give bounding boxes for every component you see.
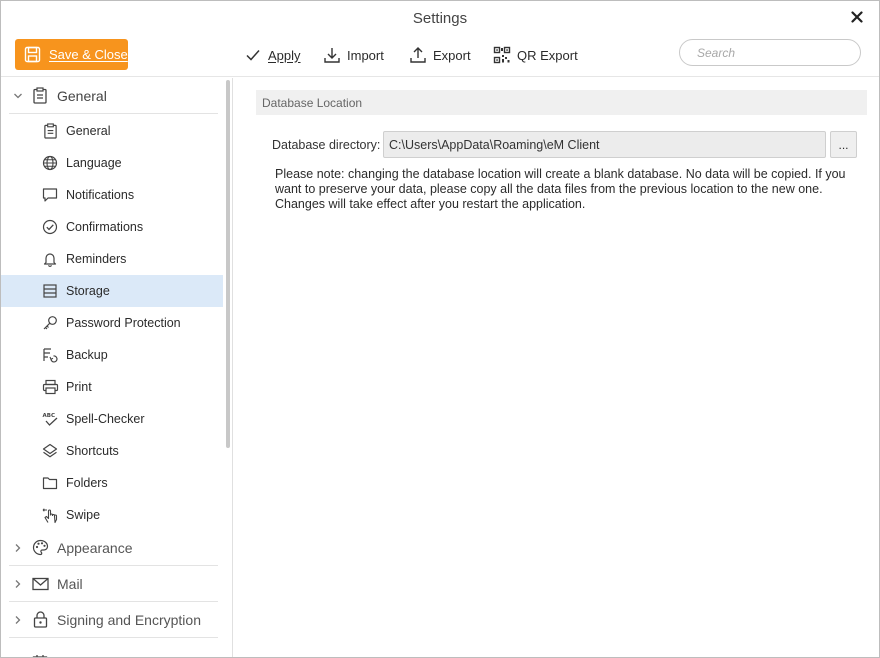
import-icon [324, 48, 340, 63]
note-line-1: Please note: changing the database locat… [275, 167, 846, 196]
apply-button[interactable]: Apply [244, 45, 301, 65]
qr-code-icon [493, 46, 511, 64]
sidebar-item-label: Confirmations [66, 220, 144, 234]
export-button[interactable]: Export [409, 45, 471, 65]
sidebar-item-folders[interactable]: Folders [1, 467, 223, 499]
close-button[interactable] [847, 7, 867, 27]
import-label: Import [347, 47, 384, 63]
chevron-down-icon [11, 91, 25, 101]
settings-content: Database Location Database directory: C:… [242, 78, 879, 657]
sidebar-item-general[interactable]: General [1, 115, 223, 147]
qr-export-button[interactable]: QR Export [493, 45, 578, 65]
apply-label: Apply [268, 47, 301, 63]
search-input[interactable] [697, 45, 854, 60]
sidebar-group-label: Mail [57, 575, 83, 592]
sidebar-item-label: Shortcuts [66, 444, 119, 458]
sidebar-item-label: Language [66, 156, 122, 170]
chevron-right-icon [11, 615, 25, 625]
envelope-icon [31, 575, 49, 593]
search-box[interactable] [679, 39, 861, 66]
sidebar-item-password-protection[interactable]: Password Protection [1, 307, 223, 339]
sidebar-group-appearance[interactable]: Appearance [9, 530, 218, 566]
sidebar-item-label: Storage [66, 284, 110, 298]
sidebar-group-label: Appearance [57, 539, 133, 556]
checkmark-icon [246, 50, 260, 61]
close-icon[interactable] [851, 11, 863, 23]
window-title: Settings [412, 9, 468, 27]
backup-icon [41, 346, 59, 364]
sidebar-item-swipe[interactable]: Swipe [1, 499, 223, 531]
sidebar-item-label: Backup [66, 348, 108, 362]
check-circle-icon [41, 218, 59, 236]
save-close-label: Save & Close [49, 47, 128, 62]
chevron-right-icon [11, 579, 25, 589]
layers-icon [41, 442, 59, 460]
palette-icon [31, 539, 49, 557]
sidebar-item-label: Folders [66, 476, 108, 490]
sidebar-item-backup[interactable]: Backup [1, 339, 223, 371]
bell-icon [41, 250, 59, 268]
spell-check-icon: ABC [41, 410, 59, 428]
sidebar-item-label: Print [66, 380, 92, 394]
sidebar-item-notifications[interactable]: Notifications [1, 179, 223, 211]
sidebar-item-confirmations[interactable]: Confirmations [1, 211, 223, 243]
printer-icon [41, 378, 59, 396]
globe-icon [41, 154, 59, 172]
title-bar: Settings [1, 1, 879, 35]
database-directory-label: Database directory: [272, 138, 381, 152]
calendar-icon [31, 653, 49, 657]
sidebar-group-partial[interactable] [9, 644, 218, 657]
database-directory-field[interactable]: C:\Users\AppData\Roaming\eM Client [383, 131, 826, 158]
browse-button[interactable]: ... [830, 131, 857, 158]
sidebar-group-general[interactable]: General [9, 78, 218, 114]
storage-note: Please note: changing the database locat… [275, 167, 865, 212]
settings-window: Settings Save & Close Apply Import Expor… [0, 0, 880, 658]
hand-pointer-icon [41, 506, 59, 524]
sidebar-item-print[interactable]: Print [1, 371, 223, 403]
speech-bubble-icon [41, 186, 59, 204]
chevron-right-icon [11, 543, 25, 553]
export-icon [410, 47, 426, 63]
qr-export-label: QR Export [517, 47, 578, 63]
lock-icon [31, 611, 49, 629]
sidebar-group-label: General [57, 87, 107, 104]
settings-sidebar: General General Language Notifications C… [1, 78, 233, 657]
sidebar-item-label: Password Protection [66, 316, 181, 330]
sidebar-item-storage[interactable]: Storage [1, 275, 223, 307]
database-icon [41, 282, 59, 300]
sidebar-scrollbar[interactable] [226, 80, 230, 448]
svg-text:ABC: ABC [42, 413, 55, 419]
sidebar-group-label: Signing and Encryption [57, 611, 201, 628]
folder-icon [41, 474, 59, 492]
sidebar-item-label: Swipe [66, 508, 101, 522]
sidebar-group-signing-encryption[interactable]: Signing and Encryption [9, 602, 218, 638]
toolbar: Save & Close Apply Import Export QR Expo… [1, 35, 879, 77]
export-label: Export [433, 47, 471, 63]
clipboard-icon [31, 87, 49, 105]
sidebar-group-mail[interactable]: Mail [9, 566, 218, 602]
note-line-2: Changes will take effect after you resta… [275, 197, 586, 211]
sidebar-item-label: General [66, 124, 111, 138]
sidebar-item-label: Reminders [66, 252, 127, 266]
save-close-button[interactable]: Save & Close [15, 39, 128, 70]
save-icon [24, 46, 41, 63]
sidebar-item-shortcuts[interactable]: Shortcuts [1, 435, 223, 467]
key-icon [41, 314, 59, 332]
sidebar-item-label: Notifications [66, 188, 135, 202]
sidebar-item-language[interactable]: Language [1, 147, 223, 179]
section-header: Database Location [256, 90, 867, 115]
clipboard-icon [41, 122, 59, 140]
sidebar-item-label: Spell-Checker [66, 412, 145, 426]
import-button[interactable]: Import [323, 45, 384, 65]
sidebar-item-spell-checker[interactable]: ABC Spell-Checker [1, 403, 223, 435]
sidebar-item-reminders[interactable]: Reminders [1, 243, 223, 275]
